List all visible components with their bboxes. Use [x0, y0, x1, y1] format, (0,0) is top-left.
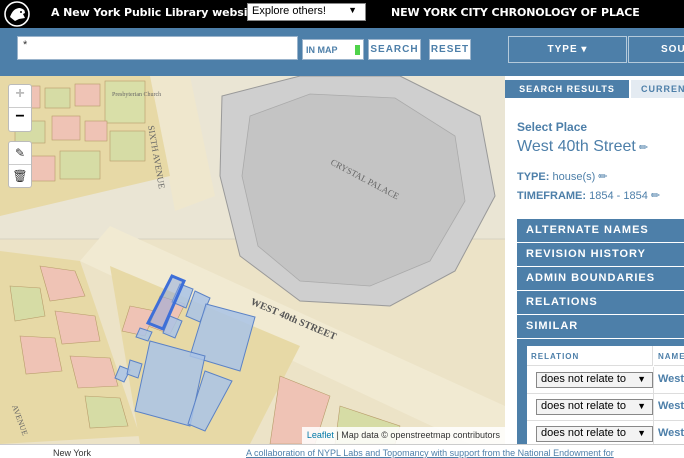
zoom-control: + −: [8, 84, 32, 132]
timeframe-value: 1854 - 1854: [589, 190, 648, 202]
tab-search-results[interactable]: SEARCH RESULTS: [505, 80, 629, 98]
type-facet-button[interactable]: TYPE ▾: [508, 36, 627, 63]
nypl-lion-logo-icon[interactable]: [4, 1, 32, 27]
explore-select-value: Explore others!: [252, 5, 326, 17]
column-divider: [653, 394, 654, 421]
chevron-down-icon: ▼: [348, 5, 357, 15]
attribution-text: | Map data © openstreetmap contributors: [333, 430, 500, 440]
relation-value: does not relate to: [541, 400, 627, 412]
column-divider: [653, 367, 654, 394]
select-place-heading: Select Place: [517, 120, 588, 134]
panel-tabs: SEARCH RESULTS CURRENT: [505, 80, 684, 98]
zoom-in-button[interactable]: +: [9, 85, 31, 108]
relation-value: does not relate to: [541, 427, 627, 439]
search-band: * IN MAP SEARCH RESET TYPE ▾ SOURCE: [0, 28, 684, 76]
section-similar[interactable]: SIMILAR: [517, 315, 684, 339]
in-map-label: IN MAP: [306, 45, 338, 55]
top-bar: A New York Public Library website Explor…: [0, 0, 684, 28]
chevron-down-icon: ▼: [637, 401, 646, 411]
chevron-down-icon: ▼: [637, 428, 646, 438]
footer-left-text: New York: [53, 448, 92, 458]
map-tiles: CRYSTAL PALACE SIXTH AVENUE WEST 40th ST…: [0, 76, 505, 444]
site-title[interactable]: NEW YORK CITY CHRONOLOGY OF PLACE: [391, 6, 640, 19]
map-label-presbyterian: Presbyterian Church: [112, 92, 161, 98]
tab-current[interactable]: CURRENT: [631, 80, 684, 98]
historic-map[interactable]: CRYSTAL PALACE SIXTH AVENUE WEST 40th ST…: [0, 76, 505, 444]
in-map-toggle[interactable]: IN MAP: [302, 39, 364, 60]
footer-credits-link[interactable]: A collaboration of NYPL Labs and Topoman…: [246, 448, 614, 458]
zoom-out-button[interactable]: −: [9, 108, 31, 131]
relation-select[interactable]: does not relate to ▼: [536, 426, 653, 442]
trash-icon[interactable]: 🗑: [9, 165, 31, 188]
place-timeframe: TIMEFRAME: 1854 - 1854 ✏: [517, 189, 660, 202]
section-alternate-names[interactable]: ALTERNATE NAMES: [517, 219, 684, 243]
column-header-relation: RELATION: [527, 346, 653, 366]
place-title: West 40th Street ✏: [517, 138, 648, 156]
similar-place-name[interactable]: West: [658, 427, 684, 439]
toggle-on-indicator: [355, 45, 360, 55]
pencil-icon[interactable]: ✏: [639, 141, 648, 154]
table-row: does not relate to ▼ West: [527, 421, 684, 444]
column-header-name: NAME: [654, 346, 684, 366]
type-value: house(s): [552, 171, 596, 183]
column-divider: [653, 421, 654, 444]
relation-value: does not relate to: [541, 373, 627, 385]
similar-place-name[interactable]: West: [658, 400, 684, 412]
section-revision-history[interactable]: REVISION HISTORY: [517, 243, 684, 267]
type-label: TYPE:: [517, 171, 550, 183]
search-input[interactable]: *: [17, 36, 298, 60]
source-facet-button[interactable]: SOURCE: [628, 36, 684, 63]
relation-select[interactable]: does not relate to ▼: [536, 399, 653, 415]
pencil-icon[interactable]: ✏: [598, 170, 607, 183]
pencil-icon[interactable]: ✏: [651, 189, 660, 202]
similar-table: RELATION NAME does not relate to ▼ West …: [527, 346, 684, 444]
search-button[interactable]: SEARCH: [368, 39, 421, 60]
draw-tool-control: ✎ 🗑: [8, 141, 32, 188]
explore-others-select[interactable]: Explore others! ▼: [247, 3, 366, 21]
place-panel: SEARCH RESULTS CURRENT Select Place West…: [505, 76, 684, 444]
place-name: West 40th Street: [517, 138, 636, 155]
section-admin-boundaries[interactable]: ADMIN BOUNDARIES: [517, 267, 684, 291]
table-row: does not relate to ▼ West: [527, 367, 684, 394]
map-attribution: Leaflet | Map data © openstreetmap contr…: [301, 427, 505, 444]
reset-button[interactable]: RESET: [429, 39, 471, 60]
table-row: does not relate to ▼ West: [527, 394, 684, 421]
similar-body: RELATION NAME does not relate to ▼ West …: [517, 339, 684, 444]
leaflet-link[interactable]: Leaflet: [307, 430, 334, 440]
similar-place-name[interactable]: West: [658, 373, 684, 385]
relation-select[interactable]: does not relate to ▼: [536, 372, 653, 388]
footer: New York A collaboration of NYPL Labs an…: [0, 444, 684, 458]
nypl-website-link[interactable]: A New York Public Library website: [51, 6, 260, 19]
place-type: TYPE: house(s) ✏: [517, 170, 607, 183]
edit-layer-icon[interactable]: ✎: [9, 142, 31, 165]
section-relations[interactable]: RELATIONS: [517, 291, 684, 315]
app-root: A New York Public Library website Explor…: [0, 0, 684, 458]
timeframe-label: TIMEFRAME:: [517, 190, 587, 202]
chevron-down-icon: ▼: [637, 374, 646, 384]
